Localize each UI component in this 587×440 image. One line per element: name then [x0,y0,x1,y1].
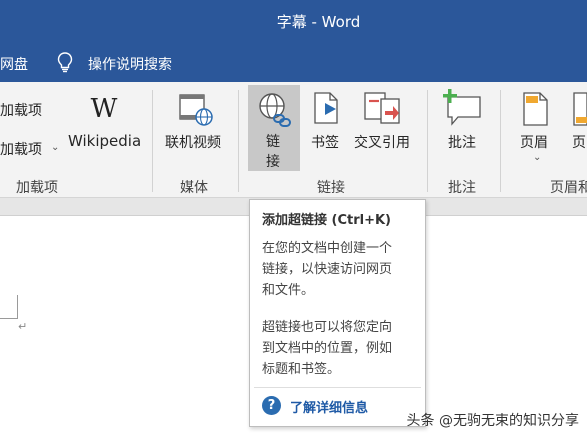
header-icon [523,92,548,126]
chevron-down-icon[interactable]: ⌄ [51,142,59,153]
menu-netdisk[interactable]: 网盘 [0,54,28,74]
header-button[interactable]: 页眉 [520,132,548,152]
group-label-links: 链接 [317,180,345,196]
link-label-line1: 链 [266,134,280,150]
paragraph-mark: ↵ [18,320,28,333]
group-divider [152,90,153,192]
group-divider [238,90,239,192]
tooltip-text-line: 和文件。 [262,283,315,298]
tooltip-text-line: 到文档中的位置，例如 [262,341,393,356]
cross-reference-button[interactable]: 交叉引用 [354,132,410,152]
lightbulb-icon [57,52,73,73]
new-comment-icon [443,89,481,126]
bookmark-icon [314,92,338,124]
group-label-media: 媒体 [180,180,208,196]
chevron-down-icon[interactable]: ⌄ [533,152,541,163]
tooltip-divider [254,387,421,388]
help-icon[interactable]: ? [262,396,281,415]
group-divider [427,90,428,192]
menu-bar: 网盘 操作说明搜索 [0,42,587,82]
tooltip-title: 添加超链接 (Ctrl+K) [262,213,391,228]
tooltip-text-line: 标题和书签。 [262,362,341,377]
learn-more-link[interactable]: 了解详细信息 [290,397,368,416]
bookmark-button[interactable]: 书签 [311,132,339,152]
cross-reference-icon [364,92,400,124]
footer-button[interactable]: 页 [572,132,586,152]
link-label-line2: 接 [266,154,280,170]
tooltip-text-line: 链接，以快速访问网页 [262,262,393,277]
group-label-addins: 加载项 [16,180,58,196]
tell-me-search[interactable]: 操作说明搜索 [88,54,172,74]
footer-icon [573,92,587,126]
comment-button[interactable]: 批注 [448,132,476,152]
online-video-icon [179,94,213,126]
hyperlink-icon [259,93,291,127]
group-label-header-footer: 页眉和 [550,180,587,196]
wikipedia-button[interactable]: Wikipedia [68,132,141,150]
group-label-comments: 批注 [448,180,476,196]
tooltip-text-line: 超链接也可以将您定向 [262,320,393,335]
group-divider [500,90,501,192]
hyperlink-tooltip: 添加超链接 (Ctrl+K) 在您的文档中创建一个 链接，以快速访问网页 和文件… [249,199,426,427]
window-title: 字幕 - Word [276,13,361,31]
addins-button-2[interactable]: 加载项 [0,139,42,159]
tooltip-text-line: 在您的文档中创建一个 [262,241,393,256]
addins-button-1[interactable]: 加载项 [0,100,42,120]
watermark: 头条 @无驹无束的知识分享 [406,413,579,429]
title-bar: 字幕 - Word [0,0,587,42]
online-video-button[interactable]: 联机视频 [165,132,221,152]
margin-crop-mark [0,295,18,319]
wikipedia-icon: W [90,94,118,124]
